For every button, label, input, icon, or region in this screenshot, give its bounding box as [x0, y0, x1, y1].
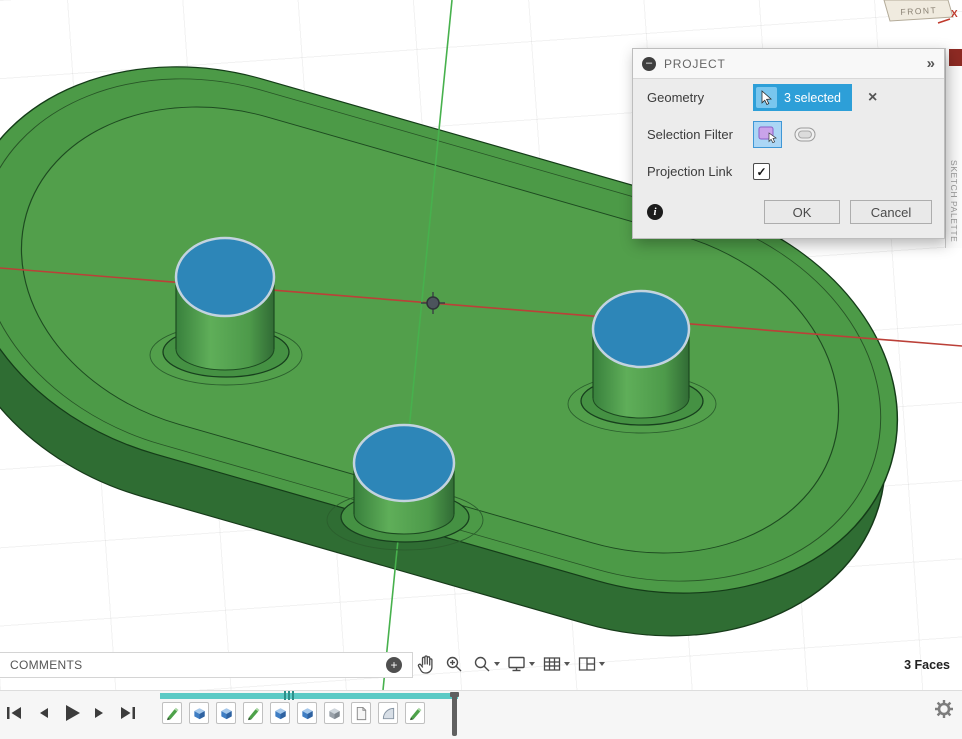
zoom-tool-button[interactable]: [468, 651, 503, 677]
timeline-feature-extrude[interactable]: [216, 702, 236, 724]
viewport-layout-caret[interactable]: [599, 662, 605, 666]
play-button[interactable]: [60, 703, 82, 723]
ok-button[interactable]: OK: [764, 200, 840, 224]
dialog-grip-icon[interactable]: –: [642, 57, 656, 71]
zoom-dropdown-caret[interactable]: [494, 662, 500, 666]
display-settings-button[interactable]: [503, 651, 538, 677]
timeline-position-marker[interactable]: [452, 692, 457, 736]
step-back-button[interactable]: [32, 703, 54, 723]
timeline-feature-pattern[interactable]: [324, 702, 344, 724]
geometry-selection-chip[interactable]: 3 selected: [753, 84, 852, 111]
viewport-layout-button[interactable]: [573, 651, 608, 677]
timeline-group-bar[interactable]: [160, 693, 458, 699]
info-icon[interactable]: i: [647, 204, 663, 220]
comments-bar[interactable]: COMMENTS +: [0, 652, 413, 678]
grid-settings-caret[interactable]: [564, 662, 570, 666]
cursor-select-icon: [756, 87, 777, 108]
playback-controls: [4, 703, 138, 723]
pan-tool-button[interactable]: [412, 651, 440, 677]
timeline-bar: [0, 690, 962, 739]
timeline-feature-sketch[interactable]: [162, 702, 182, 724]
viewcube-axis-x-marker: [949, 49, 962, 66]
sketch-palette-label: SKETCH PALETTE: [949, 160, 959, 248]
dialog-header[interactable]: – PROJECT »: [633, 49, 944, 79]
timeline-feature-extrude[interactable]: [270, 702, 290, 724]
add-comment-button[interactable]: +: [386, 657, 402, 673]
timeline-group-grip[interactable]: [284, 691, 294, 700]
project-dialog: – PROJECT » Geometry 3 selected × Select…: [632, 48, 945, 239]
projection-link-checkbox[interactable]: ✓: [753, 163, 770, 180]
timeline-settings-gear-icon[interactable]: [934, 699, 954, 724]
clear-selection-button[interactable]: ×: [868, 89, 877, 107]
x-axis-indicator-line: [938, 19, 950, 23]
sketch-palette-tab[interactable]: SKETCH PALETTE: [945, 48, 962, 248]
comments-label: COMMENTS: [10, 658, 82, 672]
viewcube[interactable]: FRONT X: [884, 0, 958, 23]
selected-face-bottom[interactable]: [354, 425, 454, 501]
timeline-feature-extrude[interactable]: [297, 702, 317, 724]
display-settings-caret[interactable]: [529, 662, 535, 666]
timeline-track[interactable]: [162, 702, 425, 724]
go-to-end-button[interactable]: [116, 703, 138, 723]
viewcube-face-label: FRONT: [900, 5, 937, 17]
selection-status: 3 Faces: [904, 658, 950, 672]
projection-link-label: Projection Link: [647, 164, 753, 179]
projection-link-row: Projection Link ✓: [633, 153, 944, 190]
dialog-footer: i OK Cancel: [633, 190, 944, 238]
timeline-feature-document[interactable]: [351, 702, 371, 724]
selected-face-left[interactable]: [176, 238, 274, 316]
geometry-row: Geometry 3 selected ×: [633, 79, 944, 116]
filter-bodies-button[interactable]: [790, 121, 819, 148]
cancel-button[interactable]: Cancel: [850, 200, 932, 224]
selection-filter-row: Selection Filter: [633, 116, 944, 153]
geometry-label: Geometry: [647, 90, 753, 105]
zoom-fit-button[interactable]: [440, 651, 468, 677]
filter-specified-entities-button[interactable]: [753, 121, 782, 148]
go-to-start-button[interactable]: [4, 703, 26, 723]
timeline-feature-fillet[interactable]: [378, 702, 398, 724]
dialog-title: PROJECT: [664, 57, 726, 71]
timeline-feature-sketch[interactable]: [405, 702, 425, 724]
geometry-selection-count: 3 selected: [784, 91, 841, 105]
timeline-feature-sketch[interactable]: [243, 702, 263, 724]
timeline-feature-extrude[interactable]: [189, 702, 209, 724]
selection-filter-label: Selection Filter: [647, 127, 753, 142]
step-forward-button[interactable]: [88, 703, 110, 723]
viewcube-x-axis-label: X: [951, 9, 958, 20]
viewport-nav-toolbar: [412, 649, 608, 679]
grid-settings-button[interactable]: [538, 651, 573, 677]
collapse-chevrons-icon[interactable]: »: [927, 55, 935, 72]
selected-face-right[interactable]: [593, 291, 689, 367]
checkmark-icon: ✓: [756, 166, 766, 178]
